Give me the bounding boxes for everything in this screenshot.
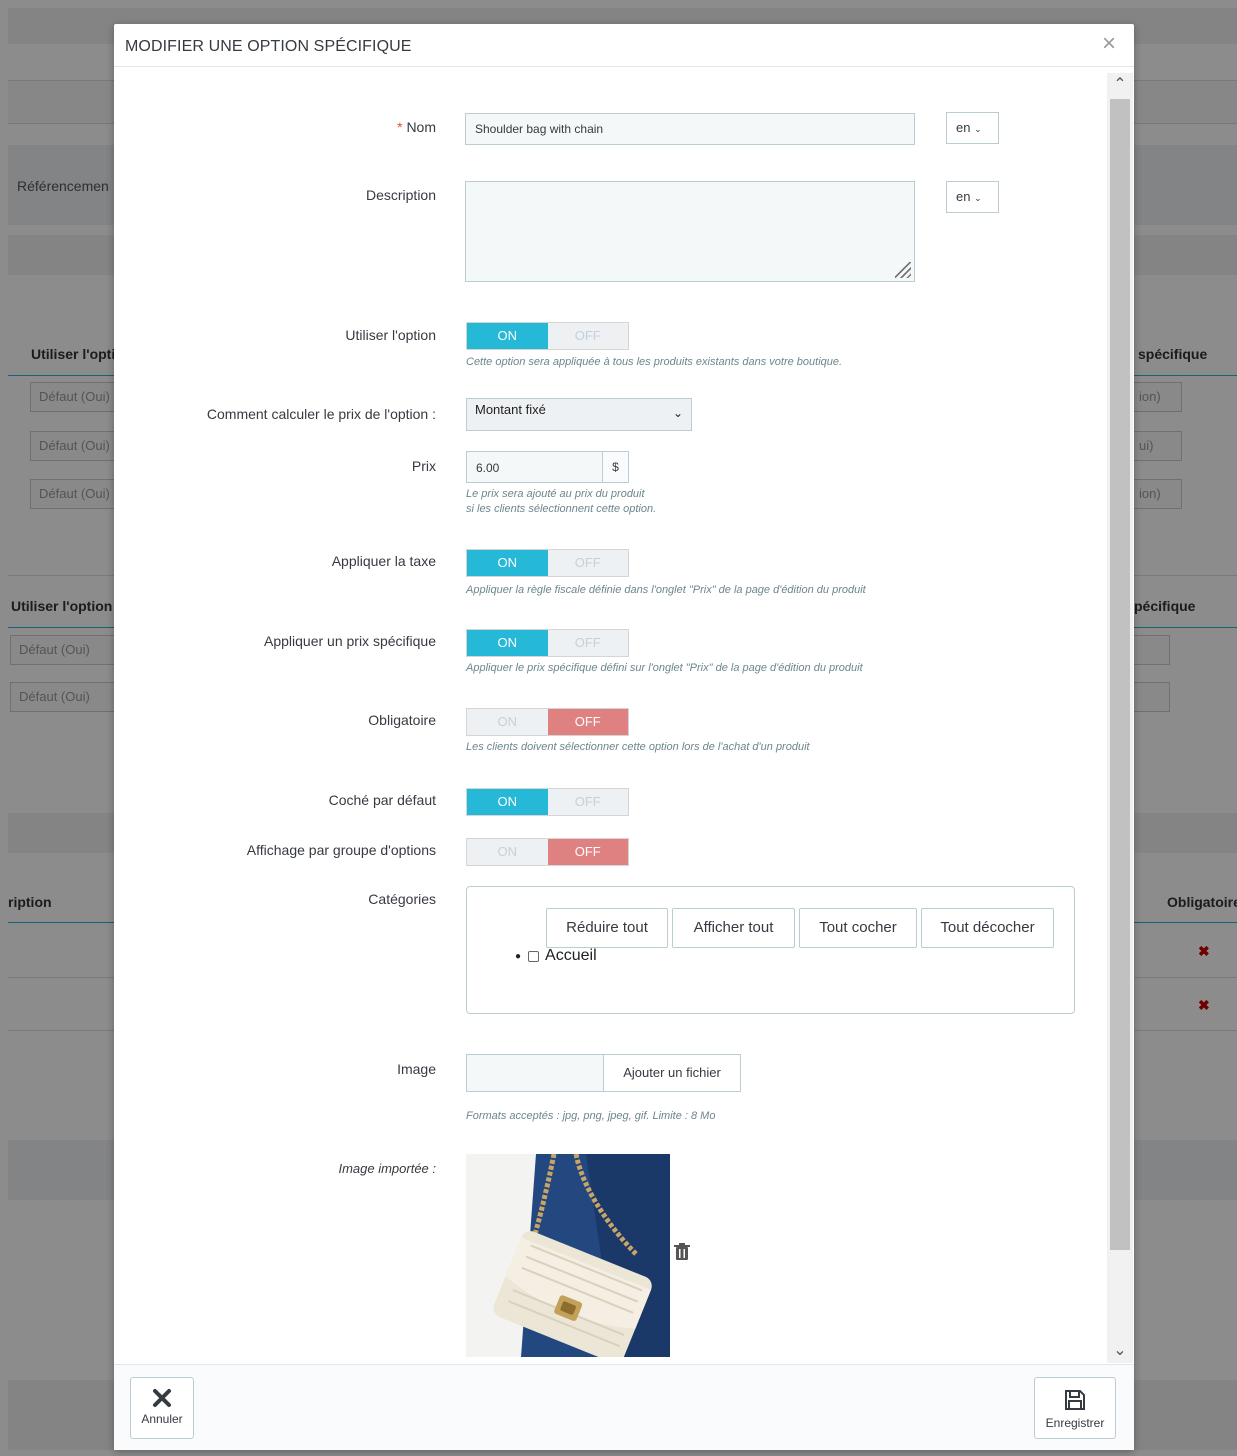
expand-all-button[interactable]: Afficher tout [672,908,795,948]
category-item[interactable]: ● Accueil [515,947,597,965]
category-tree: Réduire tout Afficher tout Tout cocher T… [466,886,1075,1014]
switch-on[interactable]: ON [467,709,548,735]
resize-handle-icon[interactable] [895,262,911,278]
required-label: Obligatoire [368,712,436,728]
switch-off[interactable]: OFF [547,839,628,865]
switch-on[interactable]: ON [467,630,548,656]
use-option-help: Cette option sera appliquée à tous les p… [466,356,843,368]
cancel-button-label: Annuler [141,1412,183,1426]
name-label: * Nom [397,119,436,135]
apply-tax-help: Appliquer la règle fiscale définie dans … [466,584,866,596]
add-file-button[interactable]: Ajouter un fichier [603,1054,741,1092]
switch-on[interactable]: ON [467,323,548,349]
image-label: Image [397,1061,436,1077]
price-calc-select[interactable]: Montant fixé ⌄ [466,398,692,431]
save-disk-icon [1065,1390,1085,1410]
required-switch[interactable]: ON OFF [466,708,629,736]
collapse-all-button[interactable]: Réduire tout [546,908,668,948]
categories-label: Catégories [368,891,436,907]
description-language-select[interactable]: en ⌄ [946,181,999,213]
price-calc-label: Comment calculer le prix de l'option : [206,406,436,422]
uncheck-all-button[interactable]: Tout décocher [921,908,1054,948]
save-button-label: Enregistrer [1045,1416,1105,1430]
price-input-group: 6.00 $ [466,451,629,483]
apply-specific-price-switch[interactable]: ON OFF [466,629,629,657]
name-input[interactable]: Shoulder bag with chain [465,113,915,145]
switch-off[interactable]: OFF [548,323,629,349]
required-help: Les clients doivent sélectionner cette o… [466,741,810,753]
close-x-icon [153,1389,171,1407]
currency-addon: $ [602,451,629,483]
uploaded-image-label: Image importée : [338,1161,436,1176]
switch-on[interactable]: ON [467,839,548,865]
switch-on[interactable]: ON [467,789,548,815]
switch-on[interactable]: ON [467,550,548,576]
modal-footer: Annuler Enregistrer [114,1364,1134,1450]
apply-tax-switch[interactable]: ON OFF [466,549,629,577]
price-help: Le prix sera ajouté au prix du produit si… [466,488,657,515]
price-input[interactable]: 6.00 [466,451,603,483]
modal-header: MODIFIER UNE OPTION SPÉCIFIQUE × [114,24,1134,67]
switch-off[interactable]: OFF [548,789,629,815]
switch-off[interactable]: OFF [548,550,629,576]
uploaded-image-thumbnail [466,1154,670,1357]
check-all-button[interactable]: Tout cocher [799,908,917,948]
bag-photo [466,1154,670,1357]
image-help: Formats acceptés : jpg, png, jpeg, gif. … [466,1110,716,1122]
use-option-label: Utiliser l'option [345,327,436,343]
name-language-select[interactable]: en ⌄ [946,112,999,144]
description-label: Description [365,187,436,203]
category-checkbox[interactable] [528,950,540,962]
modal-title: MODIFIER UNE OPTION SPÉCIFIQUE [125,38,412,55]
edit-option-modal: MODIFIER UNE OPTION SPÉCIFIQUE × ⌃ ⌄ * N… [114,24,1134,1450]
chevron-down-icon: ⌄ [672,406,683,420]
price-label: Prix [411,458,436,474]
image-file-input-group: Ajouter un fichier [466,1054,741,1092]
modal-body: * Nom Shoulder bag with chain en ⌄ Descr… [114,68,1134,1364]
use-option-switch[interactable]: ON OFF [466,322,629,350]
switch-off[interactable]: OFF [548,630,629,656]
cancel-button[interactable]: Annuler [130,1377,194,1439]
display-by-group-switch[interactable]: ON OFF [466,838,629,866]
apply-specific-price-help: Appliquer le prix spécifique défini sur … [466,662,863,674]
category-item-label: Accueil [545,947,597,964]
switch-off[interactable]: OFF [547,709,628,735]
display-by-group-label: Affichage par groupe d'options [246,842,436,858]
checked-default-label: Coché par défaut [328,792,436,808]
checked-default-switch[interactable]: ON OFF [466,788,629,816]
apply-specific-price-label: Appliquer un prix spécifique [264,633,436,649]
apply-tax-label: Appliquer la taxe [331,553,436,569]
description-textarea[interactable] [465,181,915,282]
close-icon[interactable]: × [1102,32,1116,56]
trash-icon[interactable] [674,1243,690,1261]
save-button[interactable]: Enregistrer [1034,1377,1116,1439]
bullet-icon: ● [515,950,522,962]
image-file-input[interactable] [466,1054,604,1092]
